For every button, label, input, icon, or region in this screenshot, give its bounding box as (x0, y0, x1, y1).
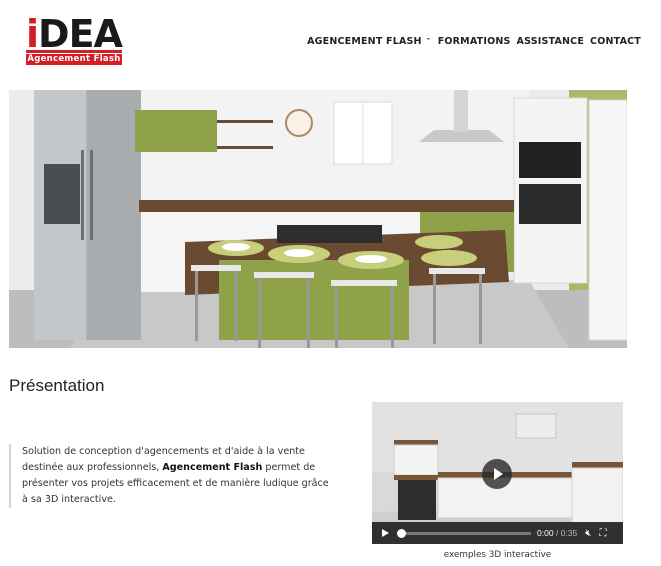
duration: 0:35 (560, 528, 578, 538)
video-controls: 0:00 / 0:35 🔇︎ ⛶ (372, 522, 623, 544)
logo[interactable]: iDEA Agencement Flash (26, 14, 123, 66)
video-caption: exemples 3D interactive (443, 550, 552, 560)
presentation-text: Solution de conception d'agencements et … (9, 444, 332, 508)
play-overlay-icon[interactable] (482, 459, 512, 489)
video-player[interactable]: 0:00 / 0:35 🔇︎ ⛶ (372, 402, 623, 544)
progress-bar[interactable] (397, 528, 531, 538)
play-icon[interactable] (382, 529, 389, 537)
logo-wordmark: iDEA (26, 14, 123, 54)
logo-tagline: Agencement Flash (26, 54, 122, 65)
time-display: 0:00 / 0:35 (537, 528, 577, 538)
nav-agencement-flash[interactable]: AGENCEMENT FLASH (307, 36, 422, 47)
nav-contact[interactable]: CONTACT (590, 36, 641, 47)
progress-handle[interactable] (397, 528, 406, 538)
mute-icon[interactable]: 🔇︎ (585, 528, 591, 539)
nav-formations[interactable]: FORMATIONS (438, 36, 511, 47)
chevron-down-icon[interactable]: ˇ (427, 37, 430, 47)
page-title: Présentation (9, 376, 105, 395)
time-separator: / (555, 528, 559, 538)
kitchen-illustration (9, 90, 627, 348)
nav-assistance[interactable]: ASSISTANCE (517, 36, 585, 47)
current-time: 0:00 (537, 528, 554, 538)
main-nav: AGENCEMENT FLASH ˇ FORMATIONS ASSISTANCE… (307, 36, 641, 47)
hero-kitchen-image (9, 90, 627, 348)
product-name: Agencement Flash (162, 462, 263, 473)
logo-underline (26, 50, 122, 53)
fullscreen-icon[interactable]: ⛶ (600, 528, 607, 539)
